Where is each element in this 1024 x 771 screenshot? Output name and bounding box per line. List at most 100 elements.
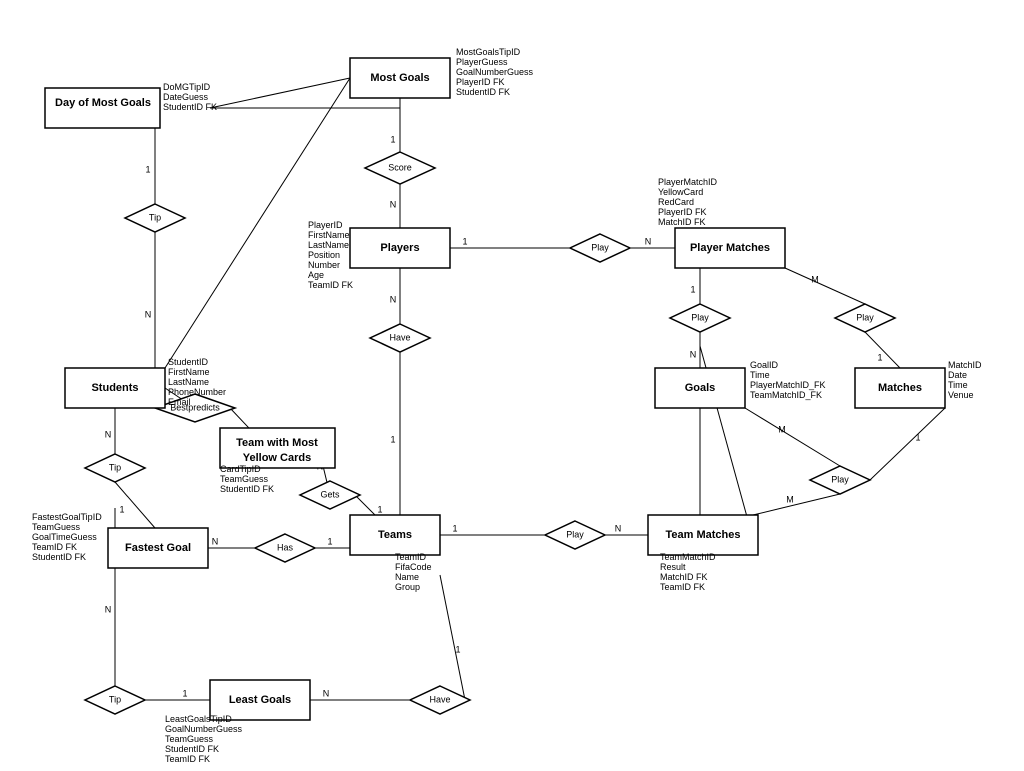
svg-text:MatchID FK: MatchID FK	[658, 217, 706, 227]
svg-text:1: 1	[452, 523, 457, 533]
tip-least-label: Tip	[109, 694, 121, 704]
svg-text:1: 1	[377, 504, 382, 514]
svg-text:Yellow Cards: Yellow Cards	[243, 452, 311, 464]
svg-text:Group: Group	[395, 582, 420, 592]
svg-text:DoMGTipID: DoMGTipID	[163, 82, 211, 92]
svg-text:TeamID FK: TeamID FK	[165, 754, 210, 764]
svg-text:TeamID FK: TeamID FK	[32, 542, 77, 552]
svg-text:GoalID: GoalID	[750, 360, 779, 370]
svg-text:StudentID FK: StudentID FK	[456, 87, 510, 97]
svg-text:TeamID: TeamID	[395, 552, 427, 562]
students-label: Students	[91, 382, 138, 394]
svg-text:StudentID FK: StudentID FK	[163, 102, 217, 112]
svg-text:N: N	[390, 199, 397, 209]
svg-text:TeamMatchID: TeamMatchID	[660, 552, 716, 562]
svg-text:StudentID FK: StudentID FK	[32, 552, 86, 562]
svg-text:1: 1	[390, 134, 395, 144]
gets-label: Gets	[320, 489, 340, 499]
svg-text:StudentID FK: StudentID FK	[165, 744, 219, 754]
svg-text:FirstName: FirstName	[308, 230, 350, 240]
svg-text:Position: Position	[308, 250, 340, 260]
play-tm-label: Play	[831, 474, 849, 484]
play-goals-label: Play	[691, 312, 709, 322]
svg-text:1: 1	[877, 352, 882, 362]
svg-text:Time: Time	[948, 380, 968, 390]
svg-text:PlayerMatchID_FK: PlayerMatchID_FK	[750, 380, 826, 390]
svg-text:Age: Age	[308, 270, 324, 280]
svg-text:TeamGuess: TeamGuess	[32, 522, 81, 532]
svg-text:1: 1	[145, 164, 150, 174]
svg-text:Time: Time	[750, 370, 770, 380]
have-least-label: Have	[429, 694, 450, 704]
score-label: Score	[388, 162, 412, 172]
svg-text:LastName: LastName	[308, 240, 349, 250]
svg-text:N: N	[145, 309, 152, 319]
svg-text:1: 1	[390, 434, 395, 444]
svg-text:Result: Result	[660, 562, 686, 572]
svg-text:GoalTimeGuess: GoalTimeGuess	[32, 532, 97, 542]
svg-text:PlayerGuess: PlayerGuess	[456, 57, 508, 67]
svg-text:PlayerMatchID: PlayerMatchID	[658, 177, 718, 187]
teams-label: Teams	[378, 529, 412, 541]
svg-text:PlayerID FK: PlayerID FK	[658, 207, 707, 217]
svg-text:M: M	[811, 274, 819, 284]
play-pm-label: Play	[591, 242, 609, 252]
svg-text:N: N	[105, 429, 112, 439]
svg-text:StudentID FK: StudentID FK	[220, 484, 274, 494]
svg-text:FirstName: FirstName	[168, 367, 210, 377]
svg-text:FifaCode: FifaCode	[395, 562, 432, 572]
svg-text:N: N	[212, 536, 219, 546]
least-goals-label: Least Goals	[229, 694, 291, 706]
team-matches-label: Team Matches	[666, 529, 741, 541]
svg-text:1: 1	[462, 236, 467, 246]
svg-text:LeastGoalsTipID: LeastGoalsTipID	[165, 714, 232, 724]
svg-text:LastName: LastName	[168, 377, 209, 387]
svg-text:N: N	[323, 688, 330, 698]
has-teams-label: Has	[277, 542, 294, 552]
tip-domg-label: Tip	[149, 212, 161, 222]
most-goals-attrs: MostGoalsTipID	[456, 47, 521, 57]
svg-text:Email: Email	[168, 397, 191, 407]
svg-text:Venue: Venue	[948, 390, 974, 400]
svg-text:GoalNumberGuess: GoalNumberGuess	[165, 724, 243, 734]
svg-text:PlayerID FK: PlayerID FK	[456, 77, 505, 87]
play-teams-label: Play	[566, 529, 584, 539]
svg-text:TeamID FK: TeamID FK	[660, 582, 705, 592]
have-teams-label: Have	[389, 332, 410, 342]
svg-text:1: 1	[182, 688, 187, 698]
svg-text:FastestGoalTipID: FastestGoalTipID	[32, 512, 102, 522]
svg-text:TeamID FK: TeamID FK	[308, 280, 353, 290]
svg-text:M: M	[786, 494, 794, 504]
team-most-yellow-label: Team with Most	[236, 437, 318, 449]
fastest-goal-label: Fastest Goal	[125, 542, 191, 554]
svg-text:CardTipID: CardTipID	[220, 464, 261, 474]
players-label: Players	[380, 242, 419, 254]
svg-text:Name: Name	[395, 572, 419, 582]
svg-text:Number: Number	[308, 260, 340, 270]
svg-text:N: N	[105, 604, 112, 614]
svg-text:PlayerID: PlayerID	[308, 220, 343, 230]
svg-text:N: N	[390, 294, 397, 304]
goals-label: Goals	[685, 382, 716, 394]
svg-text:PhoneNumber: PhoneNumber	[168, 387, 226, 397]
svg-text:1: 1	[327, 536, 332, 546]
svg-text:Date: Date	[948, 370, 967, 380]
svg-text:MatchID: MatchID	[948, 360, 982, 370]
most-goals-label: Most Goals	[370, 72, 429, 84]
svg-text:TeamGuess: TeamGuess	[220, 474, 269, 484]
svg-text:1: 1	[915, 432, 920, 442]
svg-text:DateGuess: DateGuess	[163, 92, 209, 102]
play-matches-pm-label: Play	[856, 312, 874, 322]
svg-text:TeamMatchID_FK: TeamMatchID_FK	[750, 390, 822, 400]
matches-label: Matches	[878, 382, 922, 394]
day-of-most-goals-label: Day of Most Goals	[55, 97, 151, 109]
tip-students-label: Tip	[109, 462, 121, 472]
svg-text:RedCard: RedCard	[658, 197, 694, 207]
svg-text:1: 1	[119, 504, 124, 514]
svg-text:N: N	[645, 236, 652, 246]
svg-text:MatchID FK: MatchID FK	[660, 572, 708, 582]
svg-text:YellowCard: YellowCard	[658, 187, 703, 197]
svg-text:1: 1	[690, 284, 695, 294]
player-matches-label: Player Matches	[690, 242, 770, 254]
svg-text:StudentID: StudentID	[168, 357, 209, 367]
